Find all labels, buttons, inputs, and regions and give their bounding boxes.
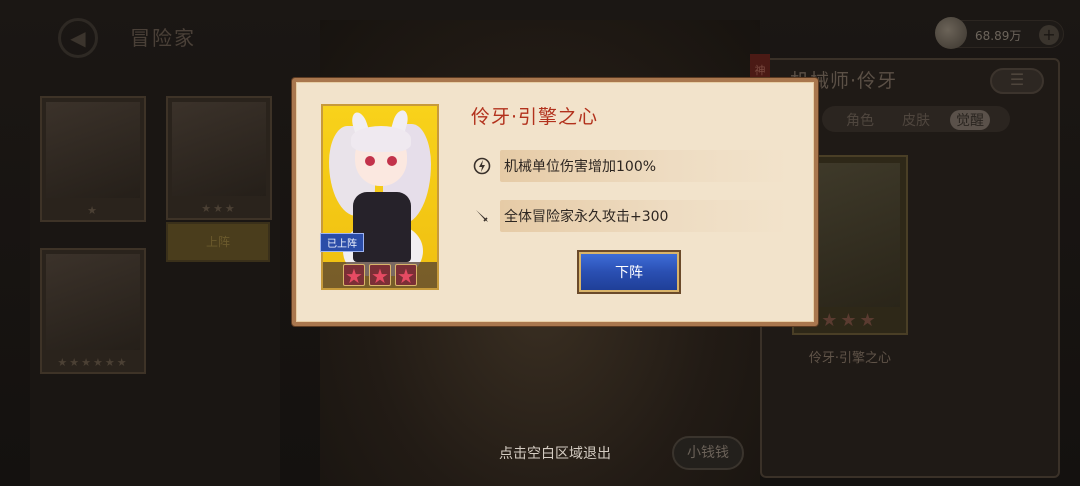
adventurer-card[interactable]: ★★★★★★ bbox=[40, 248, 146, 374]
menu-button[interactable]: ☰ bbox=[990, 68, 1044, 94]
tab-character[interactable]: 角色 bbox=[846, 110, 874, 130]
sword-icon bbox=[468, 202, 496, 230]
portrait-bangs bbox=[351, 126, 411, 152]
hero-portrait: ★ ★ ★ bbox=[321, 104, 439, 290]
adventurer-portrait bbox=[172, 102, 266, 196]
money-button[interactable]: 小钱钱 bbox=[672, 436, 744, 470]
star-icon: ★ bbox=[395, 264, 417, 287]
detail-tabs: 角色 皮肤 觉醒 bbox=[822, 106, 1010, 132]
add-currency-button[interactable]: + bbox=[1039, 25, 1059, 45]
tab-skin[interactable]: 皮肤 bbox=[902, 110, 930, 130]
card-stars: ★★★★★★ bbox=[57, 356, 129, 369]
tab-awaken[interactable]: 觉醒 bbox=[950, 110, 990, 130]
deploy-button[interactable]: 上阵 bbox=[166, 222, 270, 262]
hero-title: 伶牙·引擎之心 bbox=[471, 106, 599, 128]
coin-icon bbox=[935, 17, 967, 49]
back-arrow-icon: ◀ bbox=[70, 26, 86, 50]
adventurer-card[interactable]: ★ bbox=[40, 96, 146, 222]
awaken-card-name: 伶牙·引擎之心 bbox=[808, 351, 892, 366]
portrait-stars: ★ ★ ★ bbox=[323, 262, 437, 288]
effect-row: 机械单位伤害增加100% bbox=[468, 150, 788, 182]
adventurer-card[interactable]: ★★★ bbox=[166, 96, 272, 220]
adventurer-portrait bbox=[46, 254, 140, 350]
list-icon: ☰ bbox=[1009, 70, 1025, 89]
effect-text: 机械单位伤害增加100% bbox=[504, 159, 657, 175]
awaken-detail-modal: ★ ★ ★ 已上阵 伶牙·引擎之心 机械单位伤害增加100% 全体冒险家永久攻击+3… bbox=[292, 78, 818, 326]
adventurer-portrait bbox=[46, 102, 140, 198]
portrait-eye bbox=[365, 156, 375, 166]
portrait-eye bbox=[387, 156, 397, 166]
card-stars: ★ bbox=[87, 204, 99, 217]
currency-display: 68.89万 + bbox=[935, 17, 1064, 49]
star-icon: ★ bbox=[343, 264, 365, 287]
star-icon: ★ bbox=[369, 264, 391, 287]
page-title: 冒险家 bbox=[130, 26, 196, 50]
unequip-button[interactable]: 下阵 bbox=[579, 252, 679, 292]
currency-value: 68.89万 bbox=[975, 29, 1022, 43]
effect-text: 全体冒险家永久攻击+300 bbox=[504, 209, 669, 225]
card-stars: ★★★ bbox=[201, 202, 237, 215]
exit-hint: 点击空白区域退出 bbox=[499, 446, 611, 462]
back-button[interactable]: ◀ bbox=[58, 18, 98, 58]
effect-row: 全体冒险家永久攻击+300 bbox=[468, 200, 788, 232]
deployed-badge: 已上阵 bbox=[320, 233, 364, 252]
lightning-icon bbox=[468, 152, 496, 180]
